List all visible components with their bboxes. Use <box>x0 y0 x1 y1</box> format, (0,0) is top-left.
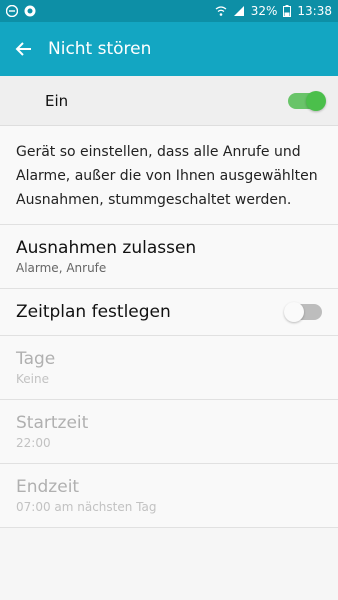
end-time-item[interactable]: Endzeit 07:00 am nächsten Tag <box>0 464 338 528</box>
schedule-toggle[interactable] <box>284 302 322 322</box>
app-bar: Nicht stören <box>0 22 338 76</box>
do-not-disturb-icon <box>6 5 18 17</box>
allow-exceptions-item[interactable]: Ausnahmen zulassen Alarme, Anrufe <box>0 225 338 289</box>
battery-percent: 32% <box>250 4 278 18</box>
set-schedule-item[interactable]: Zeitplan festlegen <box>0 289 338 336</box>
allow-exceptions-title: Ausnahmen zulassen <box>16 238 197 258</box>
description-text: Gerät so einstellen, dass alle Anrufe un… <box>0 126 338 225</box>
back-arrow-icon[interactable] <box>14 39 34 59</box>
clock: 13:38 <box>297 4 332 18</box>
allow-exceptions-subtitle: Alarme, Anrufe <box>16 261 107 275</box>
status-bar: 32% 13:38 <box>0 0 338 22</box>
wifi-icon <box>215 6 227 16</box>
app-notification-icon <box>24 5 36 17</box>
set-schedule-title: Zeitplan festlegen <box>16 302 171 322</box>
days-item[interactable]: Tage Keine <box>0 336 338 400</box>
toggle-knob <box>284 302 304 322</box>
master-switch-label: Ein <box>45 91 69 110</box>
days-title: Tage <box>16 349 56 369</box>
start-time-title: Startzeit <box>16 413 89 433</box>
signal-icon <box>233 6 244 16</box>
end-time-subtitle: 07:00 am nächsten Tag <box>16 500 157 514</box>
days-subtitle: Keine <box>16 372 49 386</box>
toggle-knob <box>306 90 326 111</box>
page-title: Nicht stören <box>48 39 152 59</box>
battery-icon <box>283 5 292 17</box>
start-time-subtitle: 22:00 <box>16 436 51 450</box>
master-toggle[interactable] <box>288 90 326 111</box>
master-switch-row[interactable]: Ein <box>0 76 338 126</box>
end-time-title: Endzeit <box>16 477 80 497</box>
start-time-item[interactable]: Startzeit 22:00 <box>0 400 338 464</box>
